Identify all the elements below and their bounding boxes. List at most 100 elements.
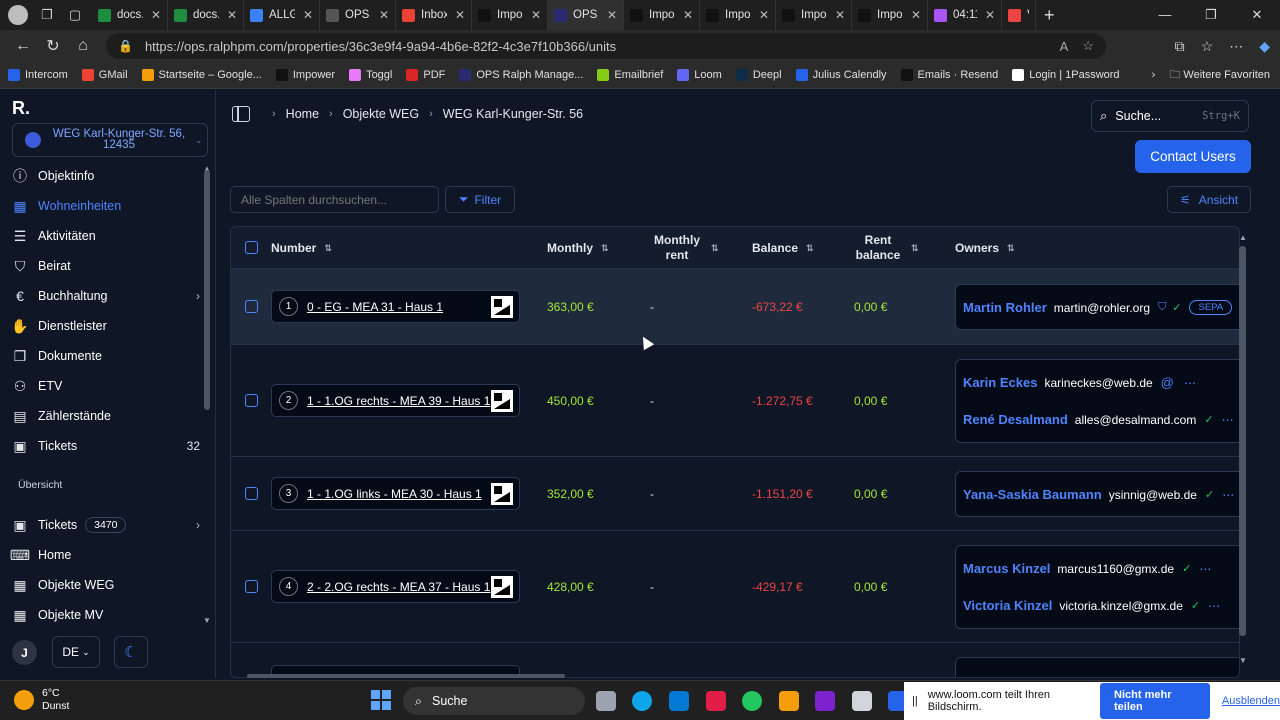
contact-users-button[interactable]: Contact Users: [1135, 140, 1251, 173]
owner-email[interactable]: alles@desalmand.com: [1075, 413, 1197, 427]
reload-icon[interactable]: ↻: [38, 36, 68, 56]
browser-tab[interactable]: OPS R ✕: [548, 0, 624, 30]
avatar[interactable]: J: [12, 640, 37, 665]
close-tab-icon[interactable]: ✕: [531, 8, 541, 22]
unit-link[interactable]: 2 1 - 1.OG rechts - MEA 39 - Haus 1: [271, 384, 520, 417]
close-tab-icon[interactable]: ✕: [683, 8, 693, 22]
bookmark-item[interactable]: Startseite – Google...: [141, 69, 262, 81]
sidebar-item-aktivit-ten[interactable]: ☰ Aktivitäten: [10, 223, 200, 249]
close-tab-icon[interactable]: ✕: [759, 8, 769, 22]
close-tab-icon[interactable]: ✕: [455, 8, 465, 22]
spotify-icon[interactable]: [742, 691, 762, 711]
task-view-icon[interactable]: [596, 691, 616, 711]
close-tab-icon[interactable]: ✕: [835, 8, 845, 22]
browser-tab[interactable]: V: [1002, 0, 1036, 30]
browser-tab[interactable]: Impor ✕: [472, 0, 548, 30]
chevron-right-icon[interactable]: ›: [1152, 69, 1156, 81]
scroll-up-icon[interactable]: ▲: [1239, 233, 1247, 242]
windows-start-icon[interactable]: [371, 690, 391, 710]
row-checkbox[interactable]: [245, 300, 258, 313]
new-tab-icon[interactable]: +: [1044, 5, 1055, 26]
sidebar-item-dokumente[interactable]: ❐ Dokumente: [10, 343, 200, 369]
owner-name[interactable]: René Desalmand: [963, 412, 1068, 427]
scroll-down-icon[interactable]: ▼: [203, 616, 211, 625]
favorite-star-icon[interactable]: ☆: [1082, 38, 1094, 54]
bookmark-item[interactable]: Toggl: [349, 69, 392, 81]
more-icon[interactable]: ⋯: [1229, 38, 1243, 55]
bookmark-item[interactable]: Loom: [677, 69, 722, 81]
browser-tab[interactable]: Impor ✕: [624, 0, 700, 30]
bookmark-item[interactable]: OPS Ralph Manage...: [459, 69, 583, 81]
browser-tab[interactable]: Impor ✕: [700, 0, 776, 30]
copilot-icon[interactable]: ◆: [1259, 38, 1270, 55]
onenote-icon[interactable]: [815, 691, 835, 711]
unit-link[interactable]: 1 0 - EG - MEA 31 - Haus 1: [271, 290, 520, 323]
sidebar-item-buchhaltung[interactable]: € Buchhaltung ›: [10, 283, 200, 309]
unit-link[interactable]: 3 1 - 1.OG links - MEA 30 - Haus 1: [271, 477, 520, 510]
row-checkbox[interactable]: [245, 580, 258, 593]
view-button[interactable]: ⚟ Ansicht: [1167, 186, 1251, 213]
impower-logo-icon[interactable]: [491, 576, 513, 598]
browser-tab[interactable]: Inbox ✕: [396, 0, 472, 30]
owner-email[interactable]: marcus1160@gmx.de: [1057, 562, 1174, 576]
bookmark-item[interactable]: Intercom: [8, 69, 68, 81]
overview-item-home[interactable]: ⌨ Home: [10, 542, 200, 568]
table-row[interactable]: 1 0 - EG - MEA 31 - Haus 1 363,00 € - -673,2…: [231, 269, 1239, 345]
unit-link[interactable]: 4 2 - 2.OG rechts - MEA 37 - Haus 1: [271, 570, 520, 603]
close-tab-icon[interactable]: ✕: [379, 8, 389, 22]
column-header-balance[interactable]: Balance ⇅: [752, 227, 814, 269]
row-checkbox[interactable]: [245, 394, 258, 407]
bookmark-item[interactable]: Login | 1Password: [1012, 69, 1120, 81]
overview-item-objekte-weg[interactable]: ▦ Objekte WEG: [10, 572, 200, 598]
column-header-number[interactable]: Number ⇅: [271, 227, 332, 269]
table-scrollbar[interactable]: [1239, 246, 1246, 636]
close-tab-icon[interactable]: ✕: [227, 8, 237, 22]
more-options-icon[interactable]: ⋯: [1222, 488, 1235, 502]
column-header-monthly[interactable]: Monthly ⇅: [547, 227, 609, 269]
bookmark-item[interactable]: PDF: [406, 69, 445, 81]
browser-tab[interactable]: Impor ✕: [852, 0, 928, 30]
breadcrumb-home[interactable]: Home: [286, 107, 319, 121]
owner-email[interactable]: martin@rohler.org: [1054, 301, 1150, 315]
sidebar-item-dienstleister[interactable]: ✋ Dienstleister: [10, 313, 200, 339]
browser-tab[interactable]: OPS R ✕: [320, 0, 396, 30]
stop-sharing-button[interactable]: Nicht mehr teilen: [1100, 683, 1210, 719]
theme-toggle-moon-icon[interactable]: ☾: [114, 636, 148, 668]
slack-icon[interactable]: [706, 691, 726, 711]
table-row[interactable]: 2 1 - 1.OG rechts - MEA 39 - Haus 1 450,00…: [231, 345, 1239, 457]
overview-item-objekte-mv[interactable]: ▦ Objekte MV: [10, 602, 200, 628]
file-explorer-icon[interactable]: [779, 691, 799, 711]
table-row[interactable]: 3 1 - 1.OG links - MEA 30 - Haus 1 352,00 …: [231, 457, 1239, 531]
owner-email[interactable]: victoria.kinzel@gmx.de: [1059, 599, 1183, 613]
edge-icon[interactable]: [632, 691, 652, 711]
workspaces-icon[interactable]: ❐: [36, 4, 58, 26]
language-select[interactable]: DE ⌄: [52, 636, 100, 668]
browser-tab[interactable]: Impor ✕: [776, 0, 852, 30]
sidebar-item-beirat[interactable]: ⛉ Beirat: [10, 253, 200, 279]
profile-avatar[interactable]: [8, 5, 28, 25]
impower-logo-icon[interactable]: [491, 483, 513, 505]
global-search[interactable]: ⌕ Suche... Strg+K: [1091, 100, 1249, 132]
close-tab-icon[interactable]: ✕: [151, 8, 161, 22]
weather-widget[interactable]: 6°C Dunst: [14, 687, 69, 713]
close-tab-icon[interactable]: ✕: [911, 8, 921, 22]
more-options-icon[interactable]: ⋯: [1184, 376, 1197, 390]
close-tab-icon[interactable]: ✕: [607, 8, 617, 22]
owner-name[interactable]: Yana-Saskia Baumann: [963, 487, 1102, 502]
more-options-icon[interactable]: ⋯: [1199, 562, 1212, 576]
close-tab-icon[interactable]: ✕: [985, 8, 995, 22]
impower-logo-icon[interactable]: [491, 390, 513, 412]
sidebar-item-z-hlerst-nde[interactable]: ▤ Zählerstände: [10, 403, 200, 429]
sidebar-item-wohneinheiten[interactable]: ▦ Wohneinheiten: [10, 193, 200, 219]
bookmark-item[interactable]: GMail: [81, 69, 128, 81]
impower-logo-icon[interactable]: [491, 296, 513, 318]
owner-name[interactable]: Marcus Kinzel: [963, 561, 1050, 576]
sidebar-item-etv[interactable]: ⚇ ETV: [10, 373, 200, 399]
extensions-icon[interactable]: ⧉: [1175, 38, 1185, 55]
read-aloud-icon[interactable]: A: [1060, 39, 1069, 54]
browser-tab[interactable]: docs.g ✕: [168, 0, 244, 30]
column-search-input[interactable]: [230, 186, 439, 213]
column-header-monthly-rent[interactable]: Monthly rent ⇅: [651, 227, 721, 269]
overview-item-tickets[interactable]: ▣ Tickets 3470 ›: [10, 512, 200, 538]
breadcrumb-objekte-weg[interactable]: Objekte WEG: [343, 107, 419, 121]
